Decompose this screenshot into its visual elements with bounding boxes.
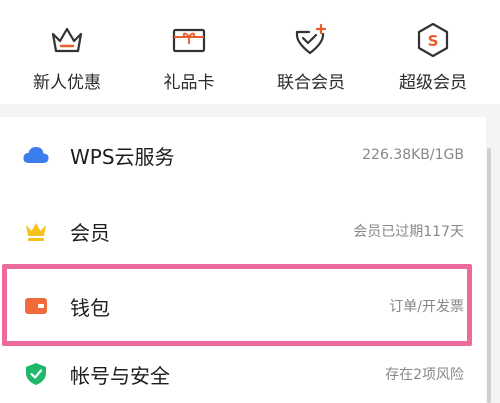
list-item-title: 会员: [70, 220, 110, 245]
benefit-new-user-offer[interactable]: 新人优惠: [12, 0, 122, 104]
list-item-account-security[interactable]: 帐号与安全 存在2项风险: [0, 345, 486, 403]
list-item-wallet[interactable]: 钱包 订单/开发票: [0, 269, 486, 343]
crown-icon: [22, 217, 50, 245]
list-item-member[interactable]: 会员 会员已过期117天: [0, 193, 486, 269]
wallet-icon: [22, 292, 50, 320]
settings-list: WPS云服务 226.38KB/1GB 会员 会员已过期117天 钱包 订单/开…: [0, 117, 486, 403]
cloud-icon: [22, 141, 50, 169]
benefit-label: 联合会员: [277, 73, 345, 93]
crown-outline-icon: [47, 22, 87, 58]
wallet-subtitle: 订单/开发票: [389, 299, 464, 315]
svg-text:S: S: [428, 32, 439, 50]
benefit-gift-card[interactable]: 礼品卡: [134, 0, 244, 104]
shield-check-icon: [22, 360, 50, 388]
benefit-label: 礼品卡: [163, 73, 215, 93]
list-item-title: WPS云服务: [70, 144, 175, 169]
benefit-super-member[interactable]: S 超级会员: [378, 0, 488, 104]
list-item-cloud-service[interactable]: WPS云服务 226.38KB/1GB: [0, 117, 486, 193]
benefit-joint-member[interactable]: 联合会员: [256, 0, 366, 104]
benefits-bar: 新人优惠 礼品卡 联合会员 S 超级会员: [0, 0, 500, 104]
scrollbar[interactable]: [487, 148, 491, 403]
security-risk-status: 存在2项风险: [385, 367, 464, 383]
benefit-label: 超级会员: [399, 73, 467, 93]
benefit-label: 新人优惠: [33, 73, 101, 93]
storage-usage: 226.38KB/1GB: [362, 147, 464, 163]
heart-badge-icon: [291, 22, 331, 58]
membership-status: 会员已过期117天: [353, 224, 464, 240]
super-member-hexagon-icon: S: [413, 22, 453, 58]
gift-card-icon: [169, 22, 209, 58]
list-item-title: 钱包: [70, 295, 110, 320]
list-item-title: 帐号与安全: [70, 363, 170, 388]
